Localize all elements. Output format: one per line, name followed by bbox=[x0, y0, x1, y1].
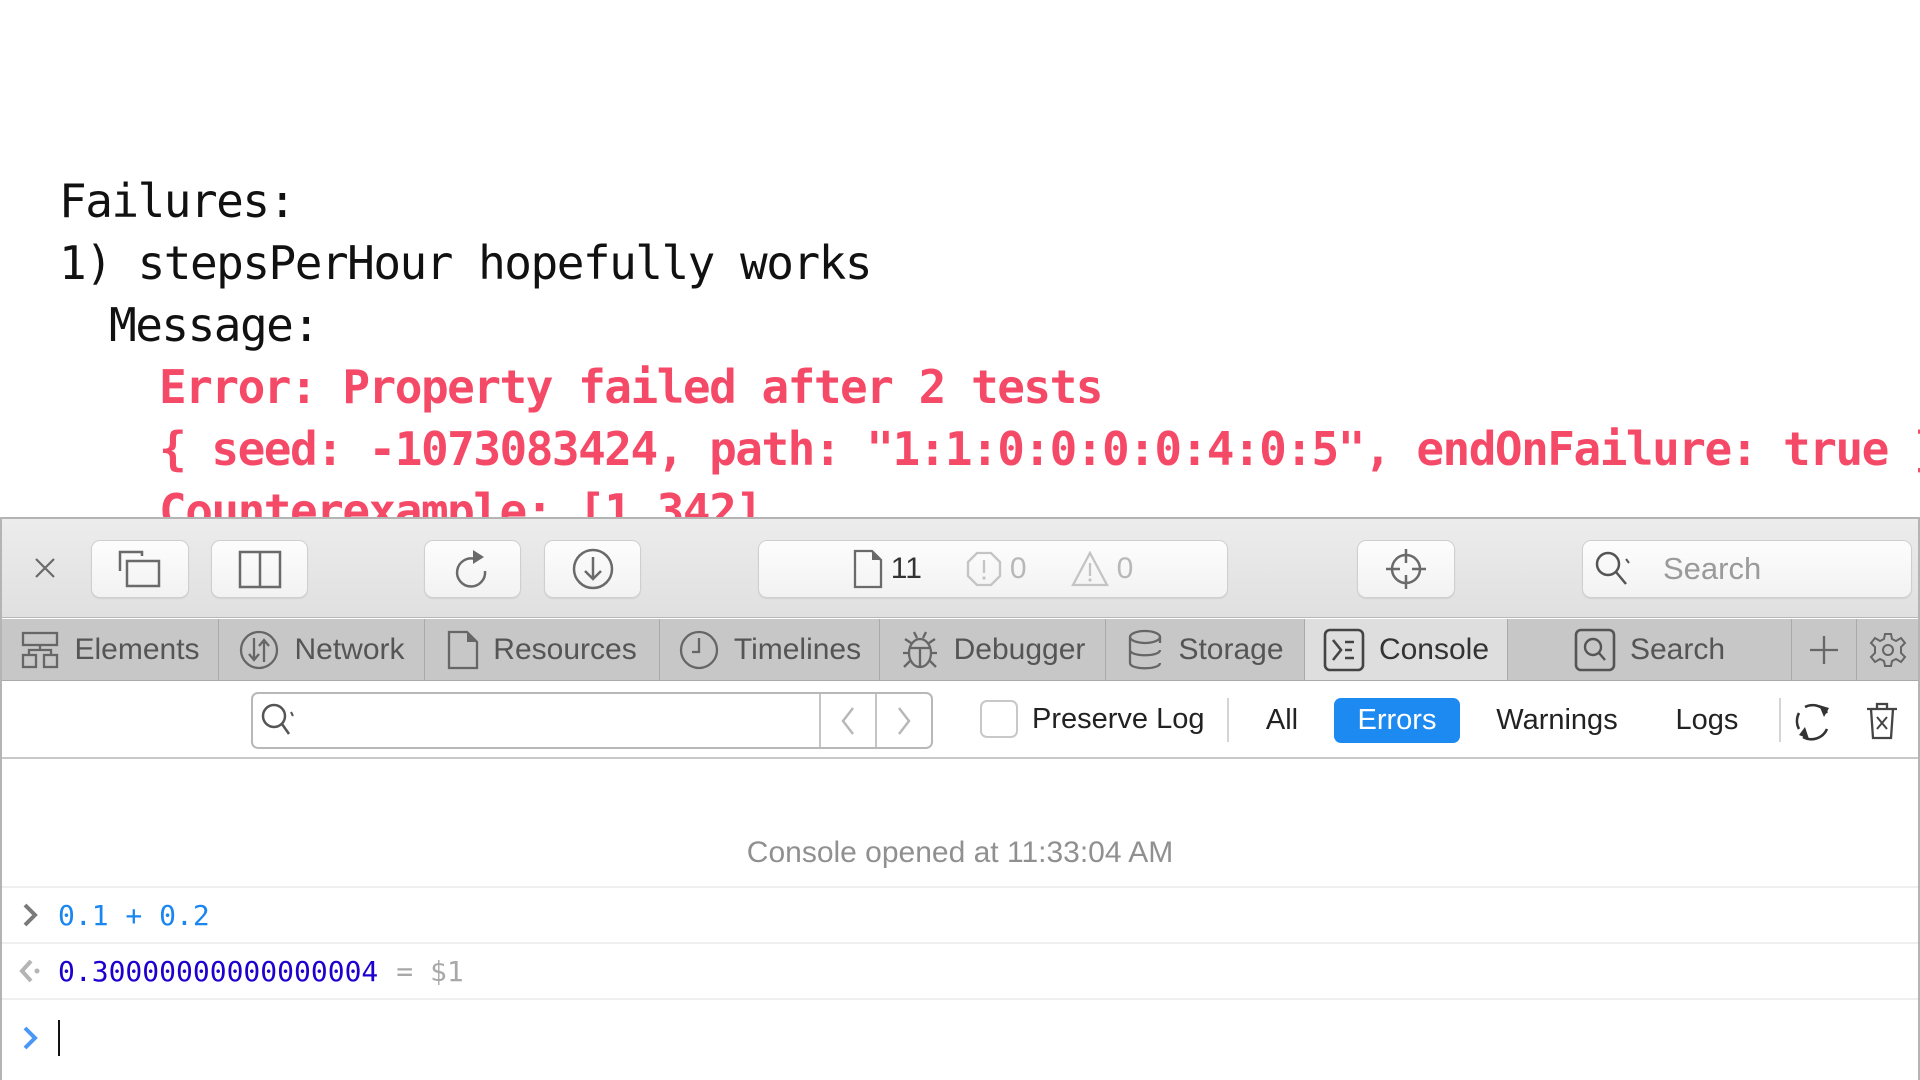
tab-label: Timelines bbox=[733, 632, 862, 666]
error-octagon-icon bbox=[966, 551, 1002, 587]
tab-label: Network bbox=[294, 632, 405, 666]
global-search-input[interactable]: Search bbox=[1582, 540, 1912, 598]
errors-count-value: 0 bbox=[1009, 552, 1027, 585]
inspect-element-button[interactable] bbox=[1357, 540, 1455, 598]
previous-match-button[interactable] bbox=[819, 694, 875, 747]
tab-timelines[interactable]: Timelines bbox=[660, 619, 880, 680]
storage-icon bbox=[1129, 629, 1162, 669]
reload-button[interactable] bbox=[424, 540, 521, 598]
console-icon bbox=[1323, 628, 1365, 671]
output-line-failures: Failures: bbox=[59, 174, 296, 228]
divider bbox=[1227, 698, 1229, 742]
divider bbox=[1779, 698, 1781, 742]
chevron-left-icon bbox=[841, 706, 854, 735]
tab-label: Console bbox=[1378, 632, 1490, 666]
resources-count-value: 11 bbox=[890, 552, 922, 585]
output-line-test-name: 1) stepsPerHour hopefully works bbox=[59, 236, 873, 290]
text-caret bbox=[58, 1020, 60, 1056]
add-tab-button[interactable] bbox=[1792, 619, 1857, 680]
tab-bar: Elements Network Resources Timelines Deb… bbox=[2, 619, 1918, 681]
filter-logs-button[interactable]: Logs bbox=[1666, 698, 1748, 743]
download-icon bbox=[572, 548, 613, 590]
inspector-toolbar: 11 0 0 Search bbox=[2, 519, 1918, 618]
document-icon bbox=[853, 549, 882, 589]
tab-elements[interactable]: Elements bbox=[2, 619, 219, 680]
tab-console[interactable]: Console bbox=[1305, 619, 1508, 680]
clear-on-reload-button[interactable] bbox=[1789, 698, 1839, 743]
global-search-placeholder: Search bbox=[1663, 551, 1762, 586]
reload-icon bbox=[455, 550, 486, 588]
prompt-chevron-icon bbox=[23, 1026, 38, 1050]
input-chevron-icon bbox=[23, 903, 38, 927]
clear-console-button[interactable] bbox=[1860, 698, 1904, 743]
filter-all-button[interactable]: All bbox=[1256, 698, 1308, 743]
settings-button[interactable] bbox=[1857, 619, 1918, 680]
next-match-button[interactable] bbox=[875, 694, 931, 747]
tab-label: Resources bbox=[493, 632, 637, 666]
output-line-error: Error: Property failed after 2 tests bbox=[159, 360, 1104, 414]
console-prompt[interactable] bbox=[2, 1003, 1918, 1073]
search-tab-icon bbox=[1574, 628, 1616, 671]
tab-search[interactable]: Search bbox=[1508, 619, 1792, 680]
errors-count[interactable]: 0 bbox=[966, 551, 1027, 587]
detach-window-icon bbox=[118, 550, 161, 588]
console-result-ref: = $1 bbox=[396, 954, 464, 988]
network-icon bbox=[240, 630, 279, 669]
filter-errors-button[interactable]: Errors bbox=[1334, 698, 1460, 743]
crosshair-icon bbox=[1386, 549, 1426, 589]
download-button[interactable] bbox=[544, 540, 641, 598]
console-opened-text: Console opened at 11:33:04 AM bbox=[746, 836, 1174, 869]
web-inspector: 11 0 0 Search Elements Network Resources… bbox=[0, 517, 1920, 1080]
tab-debugger[interactable]: Debugger bbox=[880, 619, 1106, 680]
chevron-right-icon bbox=[898, 706, 911, 735]
undock-button[interactable] bbox=[91, 540, 189, 598]
tab-network[interactable]: Network bbox=[219, 619, 425, 680]
plus-icon bbox=[1810, 635, 1838, 664]
dock-side-button[interactable] bbox=[211, 540, 308, 598]
console-result-value[interactable]: 0.30000000000000004 bbox=[58, 955, 378, 988]
output-line-counterexample: Counterexample: [1,342] bbox=[159, 484, 763, 518]
filter-warnings-button[interactable]: Warnings bbox=[1488, 698, 1626, 743]
console-filter-input[interactable] bbox=[251, 692, 933, 749]
timelines-icon bbox=[679, 630, 719, 669]
console-input-row: 0.1 + 0.2 bbox=[2, 888, 1918, 944]
test-output: Failures: 1) stepsPerHour hopefully work… bbox=[0, 0, 1920, 518]
console-log: Console opened at 11:33:04 AM 0.1 + 0.2 … bbox=[2, 761, 1918, 1080]
close-icon bbox=[35, 558, 55, 578]
console-opened-message: Console opened at 11:33:04 AM bbox=[2, 761, 1918, 888]
tab-label: Search bbox=[1629, 632, 1726, 666]
output-line-seed: { seed: -1073083424, path: "1:1:0:0:0:0:… bbox=[159, 422, 1920, 476]
checkbox-box[interactable] bbox=[980, 700, 1018, 738]
tab-label: Debugger bbox=[953, 632, 1086, 666]
close-inspector-button[interactable] bbox=[30, 553, 60, 583]
preserve-log-label: Preserve Log bbox=[1032, 702, 1205, 735]
split-pane-icon bbox=[238, 550, 281, 589]
resources-count[interactable]: 11 bbox=[853, 549, 922, 589]
console-result-row: 0.30000000000000004 = $1 bbox=[2, 944, 1918, 1000]
elements-icon bbox=[22, 631, 59, 668]
result-arrow-icon bbox=[19, 959, 40, 983]
debugger-icon bbox=[902, 630, 937, 668]
output-line-message-label: Message: bbox=[109, 298, 320, 352]
refresh-cycle-icon bbox=[1795, 703, 1829, 741]
filter-field[interactable] bbox=[253, 694, 819, 747]
preserve-log-checkbox[interactable]: Preserve Log bbox=[980, 700, 1205, 738]
resources-icon bbox=[448, 630, 479, 669]
search-icon bbox=[1595, 551, 1630, 585]
gear-icon bbox=[1869, 632, 1906, 667]
search-icon bbox=[261, 703, 294, 735]
tab-label: Elements bbox=[74, 632, 200, 666]
console-filter-bar: Preserve Log All Errors Warnings Logs bbox=[2, 682, 1918, 759]
tab-label: Storage bbox=[1178, 632, 1284, 666]
tab-storage[interactable]: Storage bbox=[1106, 619, 1305, 680]
trash-icon bbox=[1867, 702, 1897, 739]
tab-resources[interactable]: Resources bbox=[425, 619, 660, 680]
warnings-count[interactable]: 0 bbox=[1070, 551, 1134, 587]
console-input-code: 0.1 + 0.2 bbox=[58, 898, 210, 932]
warnings-count-value: 0 bbox=[1116, 552, 1134, 585]
warning-triangle-icon bbox=[1070, 551, 1109, 587]
activity-status[interactable]: 11 0 0 bbox=[758, 540, 1228, 598]
